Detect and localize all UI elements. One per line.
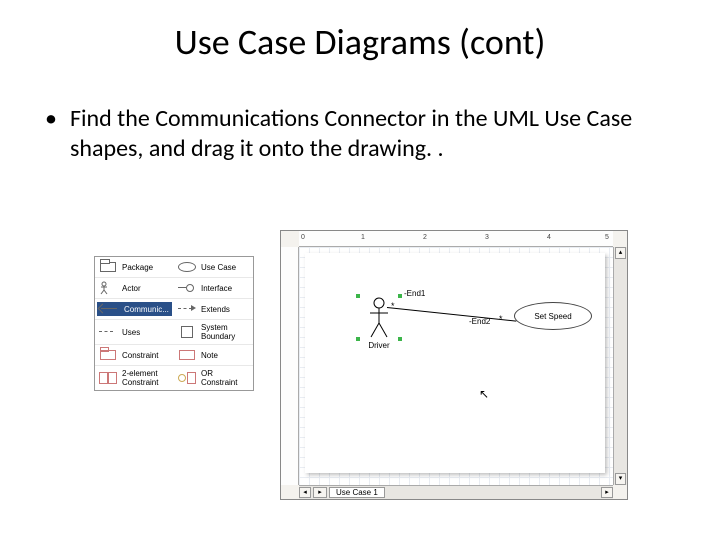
shape-or-constraint[interactable]: OR Constraint: [176, 369, 251, 387]
shape-note[interactable]: Note: [176, 348, 251, 362]
shape-system-boundary[interactable]: System Boundary: [176, 323, 251, 341]
illustration-area: Package Use Case Actor Interface Communi…: [0, 230, 720, 540]
drawing-canvas[interactable]: Driver -End1 -End2 * * Set Speed ↖: [299, 247, 613, 485]
scroll-right-button[interactable]: ▸: [601, 487, 613, 498]
uses-icon: [97, 325, 119, 339]
extends-icon: [176, 302, 198, 316]
actor-icon: [97, 281, 119, 295]
ruler-horizontal: 0 1 2 3 4 5: [299, 231, 613, 247]
system-boundary-icon: [176, 325, 198, 339]
slide-title: Use Case Diagrams (cont): [0, 0, 720, 64]
shape-uses[interactable]: Uses: [97, 325, 172, 339]
shape-actor[interactable]: Actor: [97, 281, 172, 295]
note-icon: [176, 348, 198, 362]
package-icon: [97, 260, 119, 274]
or-constraint-icon: [176, 371, 198, 385]
connector-end2-label: -End2: [469, 317, 490, 326]
shape-palette: Package Use Case Actor Interface Communi…: [94, 256, 254, 391]
ruler-vertical: [281, 247, 299, 485]
constraint-icon: [97, 348, 119, 362]
shape-constraint[interactable]: Constraint: [97, 348, 172, 362]
usecase-icon: [176, 260, 198, 274]
connector-end1-label: -End1: [404, 289, 425, 298]
shape-interface[interactable]: Interface: [176, 281, 251, 295]
shape-package[interactable]: Package: [97, 260, 172, 274]
scroll-down-button[interactable]: ▾: [615, 473, 626, 485]
scroll-up-button[interactable]: ▴: [615, 247, 626, 259]
bullet-text: Find the Communications Connector in the…: [0, 64, 720, 164]
shape-communicates[interactable]: Communic...: [97, 302, 172, 316]
sheet-nav-button[interactable]: ▸: [313, 487, 327, 498]
scrollbar-horizontal[interactable]: ◂ ▸ Use Case 1 ▸: [299, 485, 613, 499]
scroll-left-button[interactable]: ◂: [299, 487, 311, 498]
sheet-tab[interactable]: Use Case 1: [329, 487, 385, 498]
shape-2element-constraint[interactable]: 2-element Constraint: [97, 369, 172, 387]
shape-use-case[interactable]: Use Case: [176, 260, 251, 274]
communicates-icon: [99, 302, 121, 316]
cursor-icon: ↖: [479, 387, 489, 401]
usecase-shape[interactable]: Set Speed: [514, 302, 592, 330]
page: [305, 253, 605, 473]
multiplicity-2: *: [499, 314, 503, 324]
selection-handles: [356, 294, 402, 353]
drawing-editor: 0 1 2 3 4 5 Driver -End1 -End2 * * Set S…: [280, 230, 628, 500]
two-element-constraint-icon: [97, 371, 119, 385]
scrollbar-vertical[interactable]: ▴ ▾: [613, 247, 627, 485]
shape-extends[interactable]: Extends: [176, 302, 251, 316]
multiplicity-1: *: [391, 301, 395, 311]
interface-icon: [176, 281, 198, 295]
